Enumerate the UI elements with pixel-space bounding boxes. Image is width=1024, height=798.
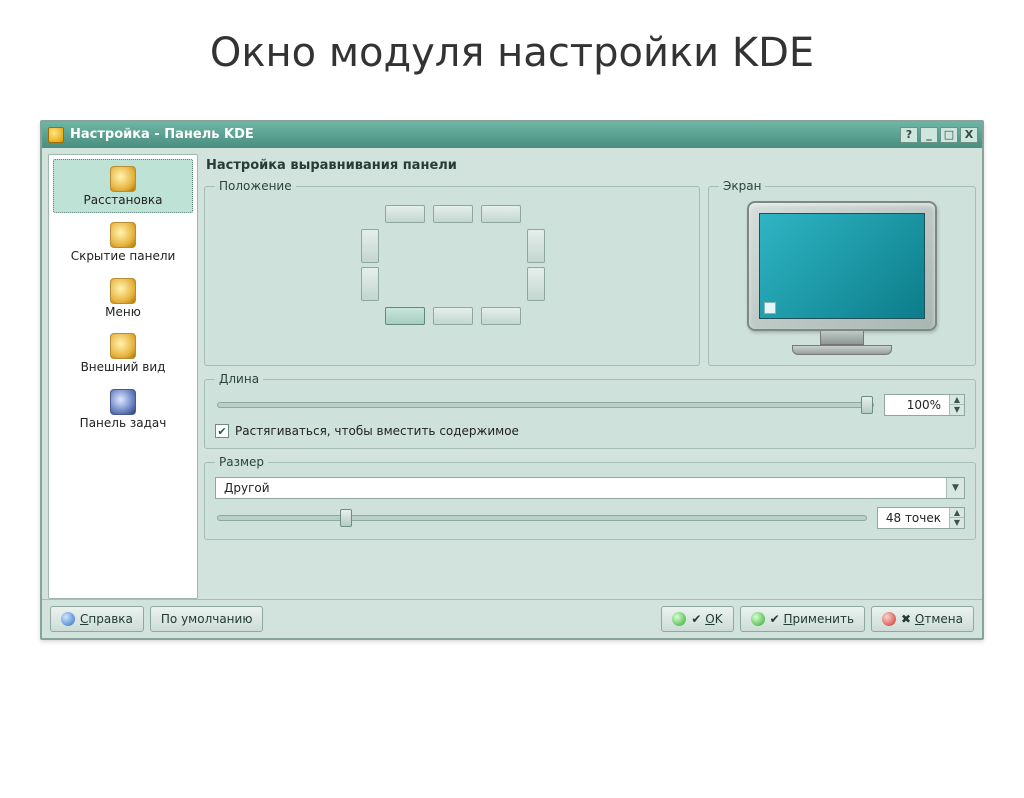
gear-icon: [110, 166, 136, 192]
sidebar-item-appearance[interactable]: Внешний вид: [53, 326, 193, 380]
pos-top-right[interactable]: [481, 205, 521, 223]
spin-up-icon[interactable]: ▲: [950, 395, 964, 405]
pos-bottom-center[interactable]: [433, 307, 473, 325]
help-button[interactable]: ССправкаправка: [50, 606, 144, 632]
pos-right-bottom[interactable]: [527, 267, 545, 301]
gear-icon: [110, 333, 136, 359]
settings-window: Настройка - Панель KDE ? _ □ X Расстанов…: [40, 120, 984, 640]
kde-icon: [110, 389, 136, 415]
cancel-icon: [882, 612, 896, 626]
dialog-footer: ССправкаправка По умолчанию ✔ OK OK ✔ Пр…: [42, 599, 982, 638]
titlebar[interactable]: Настройка - Панель KDE ? _ □ X: [42, 122, 982, 148]
sidebar-item-label: Расстановка: [56, 194, 190, 208]
pos-top-left[interactable]: [385, 205, 425, 223]
maximize-button[interactable]: □: [940, 127, 958, 143]
chevron-down-icon[interactable]: ▼: [946, 478, 964, 498]
size-group: Размер Другой ▼ 48 точек ▲ ▼: [204, 455, 976, 540]
pos-left-top[interactable]: [361, 229, 379, 263]
defaults-button-label: По умолчанию: [161, 612, 253, 626]
monitor-preview: [737, 201, 947, 355]
stretch-label: Растягиваться, чтобы вместить содержимое: [235, 424, 519, 438]
position-legend: Положение: [215, 179, 296, 193]
size-legend: Размер: [215, 455, 268, 469]
pos-left-bottom[interactable]: [361, 267, 379, 301]
length-spinbox[interactable]: 100% ▲ ▼: [884, 394, 965, 416]
pos-top-center[interactable]: [433, 205, 473, 223]
pos-bottom-left[interactable]: [385, 307, 425, 325]
apply-icon: [751, 612, 765, 626]
help-icon: [61, 612, 75, 626]
slide-title: Окно модуля настройки KDE: [0, 30, 1024, 76]
sidebar-item-label: Меню: [56, 306, 190, 320]
sidebar: Расстановка Скрытие панели Меню Внешний …: [48, 154, 198, 599]
gear-icon: [110, 222, 136, 248]
size-spinbox[interactable]: 48 точек ▲ ▼: [877, 507, 965, 529]
ok-icon: [672, 612, 686, 626]
sidebar-item-label: Панель задач: [56, 417, 190, 431]
length-slider[interactable]: [217, 402, 874, 408]
app-icon: [48, 127, 64, 143]
position-group: Положение: [204, 179, 700, 366]
sidebar-item-hiding[interactable]: Скрытие панели: [53, 215, 193, 269]
titlebar-help-button[interactable]: ?: [900, 127, 918, 143]
length-value: 100%: [885, 398, 949, 412]
stretch-checkbox[interactable]: ✔: [215, 424, 229, 438]
pos-bottom-right[interactable]: [481, 307, 521, 325]
position-grid: [337, 205, 567, 335]
size-value: 48 точек: [878, 511, 949, 525]
sidebar-item-label: Внешний вид: [56, 361, 190, 375]
sidebar-item-menu[interactable]: Меню: [53, 271, 193, 325]
content-heading: Настройка выравнивания панели: [204, 154, 976, 173]
sidebar-item-label: Скрытие панели: [56, 250, 190, 264]
gear-icon: [110, 278, 136, 304]
minimize-button[interactable]: _: [920, 127, 938, 143]
spin-down-icon[interactable]: ▼: [950, 405, 964, 415]
apply-button[interactable]: ✔ Применить Применить: [740, 606, 865, 632]
length-legend: Длина: [215, 372, 263, 386]
screen-group: Экран: [708, 179, 976, 366]
size-combo-value: Другой: [216, 481, 946, 495]
defaults-button[interactable]: По умолчанию: [150, 606, 264, 632]
spin-down-icon[interactable]: ▼: [950, 518, 964, 528]
sidebar-item-taskbar[interactable]: Панель задач: [53, 382, 193, 436]
pos-right-top[interactable]: [527, 229, 545, 263]
cancel-button[interactable]: ✖ Отмена Отмена: [871, 606, 974, 632]
window-title: Настройка - Панель KDE: [70, 127, 254, 142]
length-group: Длина 100% ▲ ▼ ✔ Растягивать: [204, 372, 976, 449]
spin-up-icon[interactable]: ▲: [950, 508, 964, 518]
content-pane: Настройка выравнивания панели Положение: [204, 154, 976, 599]
size-slider[interactable]: [217, 515, 867, 521]
close-button[interactable]: X: [960, 127, 978, 143]
ok-button[interactable]: ✔ OK OK: [661, 606, 733, 632]
screen-legend: Экран: [719, 179, 765, 193]
sidebar-item-arrangement[interactable]: Расстановка: [53, 159, 193, 213]
size-combo[interactable]: Другой ▼: [215, 477, 965, 499]
